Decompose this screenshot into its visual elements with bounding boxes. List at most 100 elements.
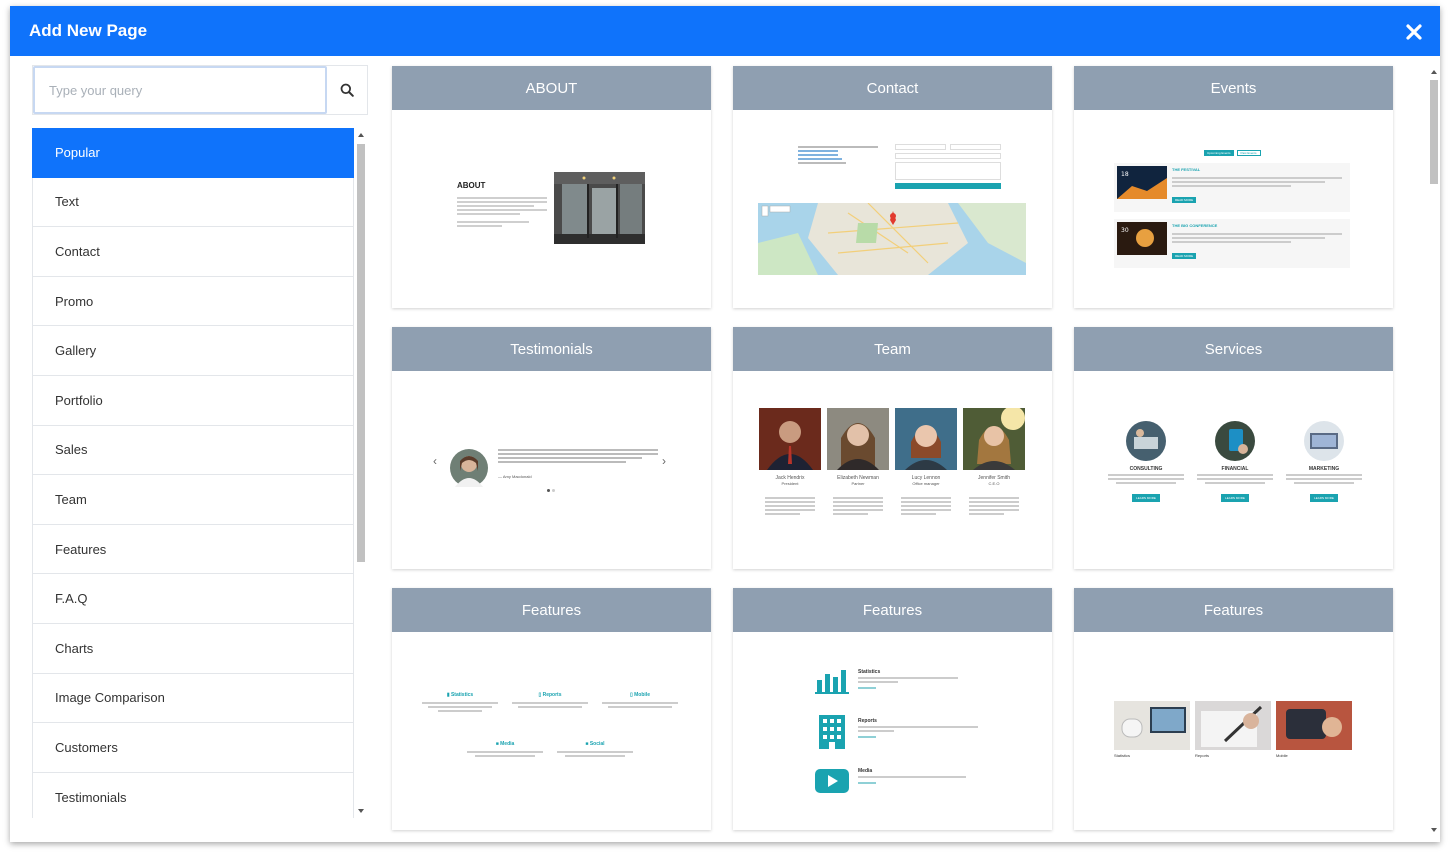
preview-dots	[547, 489, 555, 492]
category-text[interactable]: Text	[32, 177, 354, 228]
category-list: Popular Text Contact Promo Gallery Portf…	[32, 128, 354, 818]
category-charts[interactable]: Charts	[32, 623, 354, 674]
avatar	[450, 449, 488, 487]
template-card-about[interactable]: ABOUT ABOUT	[392, 66, 711, 308]
template-card-team[interactable]: Team Jack Hendrix President Elizabeth Ne…	[733, 327, 1052, 569]
template-title: Features	[1074, 588, 1393, 632]
category-promo[interactable]: Promo	[32, 276, 354, 327]
scroll-up-icon[interactable]	[1431, 70, 1437, 74]
dialog-titlebar: Add New Page	[10, 6, 1440, 56]
template-title: Services	[1074, 327, 1393, 371]
template-card-features-1[interactable]: Features ▮ Statistics ▯ Reports ▯ Mobile…	[392, 588, 711, 830]
service-image	[1304, 421, 1344, 461]
category-portfolio[interactable]: Portfolio	[32, 375, 354, 426]
category-testimonials[interactable]: Testimonials	[32, 772, 354, 818]
service-button: LEARN MORE	[1310, 494, 1338, 502]
template-title: Contact	[733, 66, 1052, 110]
service-name: MARKETING	[1308, 466, 1340, 472]
preview-event-title: THE BIG CONFERENCE	[1172, 223, 1218, 228]
building-icon	[819, 715, 845, 749]
template-card-services[interactable]: Services CONSULTING LEARN MORE FINANCIAL…	[1074, 327, 1393, 569]
member-role: Office manager	[912, 481, 940, 486]
feature-image	[1276, 701, 1352, 750]
feature-image	[1195, 701, 1271, 750]
add-page-dialog: Add New Page Popular Text Contact Promo …	[10, 6, 1440, 842]
preview-address-lines	[798, 144, 878, 166]
team-member: Lucy Lennon Office manager	[895, 475, 957, 487]
scroll-down-icon[interactable]	[358, 809, 364, 813]
preview-image	[554, 172, 645, 244]
template-title: Team	[733, 327, 1052, 371]
category-team[interactable]: Team	[32, 475, 354, 525]
team-bios	[765, 495, 1019, 517]
preview-author: — Amy Macdonald	[498, 474, 532, 479]
member-role: C.E.O	[988, 481, 1000, 486]
service-item: FINANCIAL LEARN MORE	[1195, 421, 1275, 504]
feature-name: Statistics	[858, 669, 881, 675]
play-icon	[815, 769, 849, 793]
service-name: CONSULTING	[1129, 466, 1163, 472]
feature-name: Media	[858, 768, 873, 774]
scroll-up-icon[interactable]	[358, 133, 364, 137]
preview-text-lines	[457, 195, 547, 229]
category-customers[interactable]: Customers	[32, 723, 354, 773]
template-preview	[733, 110, 1052, 308]
team-member: Jack Hendrix President	[759, 475, 821, 487]
feature-item: Statistics	[858, 669, 958, 693]
service-item: CONSULTING LEARN MORE	[1106, 421, 1186, 504]
template-card-testimonials[interactable]: Testimonials ‹ › — Amy Macdonald	[392, 327, 711, 569]
close-icon[interactable]	[1402, 20, 1426, 44]
template-card-events[interactable]: Events Upcoming Events Past Events 18 TH…	[1074, 66, 1393, 308]
template-title: Features	[392, 588, 711, 632]
scroll-down-icon[interactable]	[1431, 828, 1437, 832]
search-input[interactable]	[33, 66, 327, 114]
category-gallery[interactable]: Gallery	[32, 326, 354, 376]
team-member: Jennifer Smith C.E.O	[963, 475, 1025, 487]
template-title: Testimonials	[392, 327, 711, 371]
template-card-contact[interactable]: Contact	[733, 66, 1052, 308]
category-popular[interactable]: Popular	[32, 128, 354, 178]
feature-item: ▮ Statistics	[420, 692, 500, 714]
category-contact[interactable]: Contact	[32, 227, 354, 277]
feature-name: Mobile	[634, 692, 650, 698]
preview-map	[758, 203, 1026, 275]
template-scrollbar[interactable]	[1428, 66, 1440, 842]
team-photo	[963, 408, 1025, 470]
category-faq[interactable]: F.A.Q	[32, 574, 354, 624]
preview-event-row: 18 THE FESTIVAL READ MORE	[1114, 163, 1350, 212]
search-icon	[340, 83, 354, 97]
template-card-features-3[interactable]: Features Statistics Reports Mobile	[1074, 588, 1393, 830]
chevron-right-icon: ›	[662, 454, 666, 468]
template-card-features-2[interactable]: Features Statistics Reports Media	[733, 588, 1052, 830]
category-image-comparison[interactable]: Image Comparison	[32, 673, 354, 724]
service-image	[1215, 421, 1255, 461]
bar-chart-icon	[815, 670, 849, 694]
template-title: Features	[733, 588, 1052, 632]
template-preview: CONSULTING LEARN MORE FINANCIAL LEARN MO…	[1074, 371, 1393, 569]
category-sales[interactable]: Sales	[32, 425, 354, 476]
service-button: LEARN MORE	[1221, 494, 1249, 502]
scrollbar-thumb[interactable]	[357, 144, 365, 562]
service-image	[1126, 421, 1166, 461]
preview-event-button: READ MORE	[1172, 253, 1197, 259]
category-features[interactable]: Features	[32, 524, 354, 575]
feature-item: ■ Social	[555, 741, 635, 759]
team-member: Elizabeth Newman Partner	[827, 475, 889, 487]
feature-item: ■ Media	[465, 741, 545, 759]
search-button[interactable]	[327, 66, 367, 114]
category-scrollbar[interactable]	[355, 132, 367, 818]
preview-tab: Past Events	[1236, 150, 1261, 156]
template-preview: Statistics Reports Mobile	[1074, 632, 1393, 830]
member-role: Partner	[851, 481, 865, 486]
scrollbar-thumb[interactable]	[1430, 80, 1438, 184]
dialog-title: Add New Page	[29, 21, 148, 40]
chevron-left-icon: ‹	[433, 454, 437, 468]
feature-item: Reports	[858, 718, 978, 742]
service-item: MARKETING LEARN MORE	[1284, 421, 1364, 504]
search-box	[32, 65, 368, 115]
team-photo	[759, 408, 821, 470]
template-title: Events	[1074, 66, 1393, 110]
feature-caption: Mobile	[1276, 753, 1288, 758]
feature-item: ▯ Mobile	[600, 692, 680, 710]
feature-caption: Statistics	[1114, 753, 1131, 758]
